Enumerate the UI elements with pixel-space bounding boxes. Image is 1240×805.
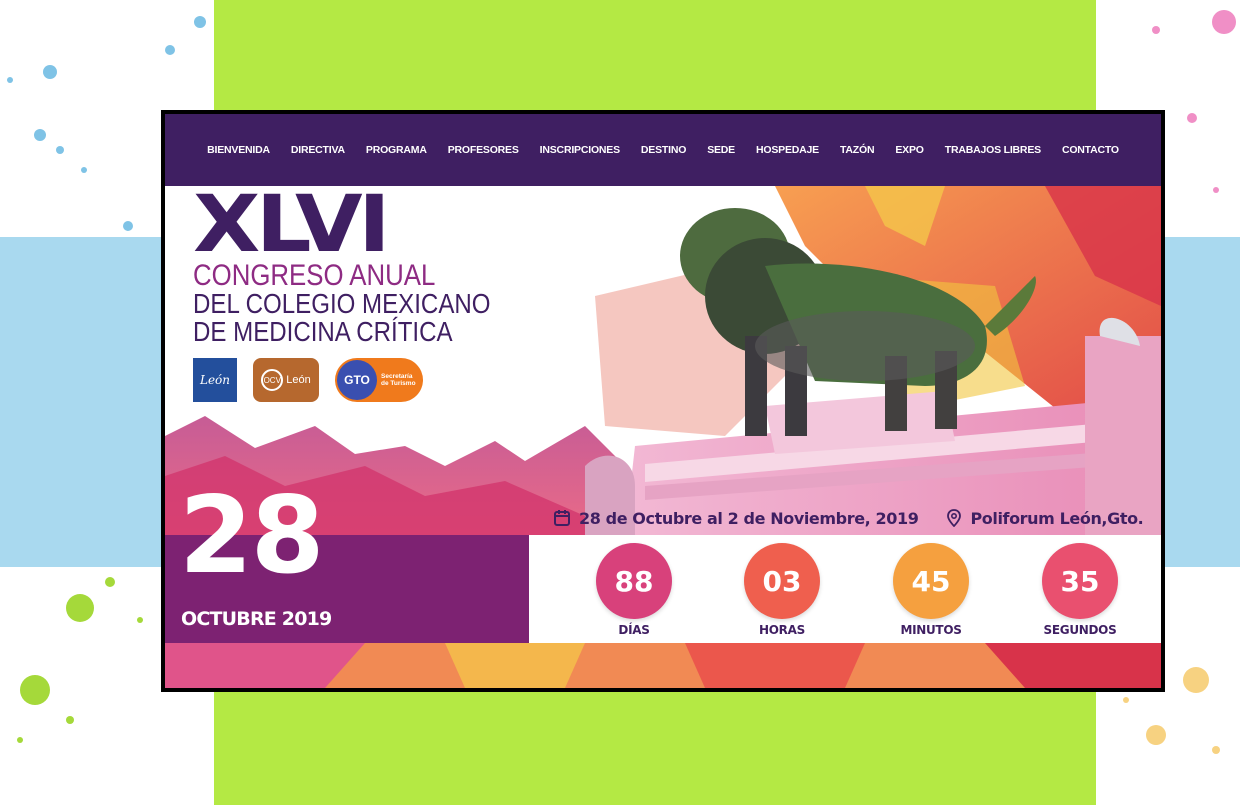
congress-title: XLVI CONGRESO ANUAL DEL COLEGIO MEXICANO… bbox=[193, 186, 491, 347]
title-line-1: CONGRESO ANUAL bbox=[193, 259, 436, 292]
days-label: DÍAS bbox=[618, 623, 650, 637]
ocv-leon-logo[interactable]: OCV León bbox=[253, 358, 319, 402]
gto-text-line-2: de Turismo bbox=[381, 380, 416, 387]
hours-circle: 03 bbox=[744, 543, 820, 619]
nav-expo[interactable]: EXPO bbox=[895, 144, 924, 156]
map-pin-icon bbox=[947, 509, 962, 527]
hero-section: XLVI CONGRESO ANUAL DEL COLEGIO MEXICANO… bbox=[165, 186, 1161, 688]
ocv-ring: OCV bbox=[261, 369, 284, 391]
leon-logo[interactable]: León bbox=[193, 358, 237, 402]
minutes-label: MINUTOS bbox=[900, 623, 962, 637]
start-day: 28 bbox=[179, 474, 325, 597]
event-venue: Poliforum León,Gto. bbox=[970, 508, 1144, 528]
nav-bienvenida[interactable]: BIENVENIDA bbox=[207, 144, 270, 156]
countdown-minutes: 45 MINUTOS bbox=[871, 535, 991, 637]
nav-inscripciones[interactable]: INSCRIPCIONES bbox=[540, 144, 620, 156]
sponsor-logos: León OCV León GTO Secretaría de Turismo bbox=[193, 358, 423, 402]
gto-turismo-logo[interactable]: GTO Secretaría de Turismo bbox=[335, 358, 423, 402]
website: BIENVENIDA DIRECTIVA PROGRAMA PROFESORES… bbox=[165, 114, 1161, 688]
nav-sede[interactable]: SEDE bbox=[707, 144, 735, 156]
calendar-icon bbox=[554, 510, 570, 526]
bottom-watercolor-strip bbox=[165, 643, 1161, 688]
gto-text-line-1: Secretaría bbox=[381, 373, 413, 380]
countdown-hours: 03 HORAS bbox=[722, 535, 842, 637]
seconds-label: SEGUNDOS bbox=[1043, 623, 1117, 637]
nav-profesores[interactable]: PROFESORES bbox=[448, 144, 519, 156]
title-line-2: DEL COLEGIO MEXICANO bbox=[193, 288, 491, 319]
nav-trabajos-libres[interactable]: TRABAJOS LIBRES bbox=[945, 144, 1041, 156]
nav-tazon[interactable]: TAZÓN bbox=[840, 144, 875, 156]
gto-badge: GTO bbox=[337, 360, 377, 400]
main-navigation: BIENVENIDA DIRECTIVA PROGRAMA PROFESORES… bbox=[165, 114, 1161, 186]
nav-destino[interactable]: DESTINO bbox=[641, 144, 686, 156]
event-info: 28 de Octubre al 2 de Noviembre, 2019 Po… bbox=[553, 506, 1144, 530]
minutes-circle: 45 bbox=[893, 543, 969, 619]
ocv-leon-text: León bbox=[286, 374, 311, 386]
countdown-timer: 88 DÍAS 03 HORAS 45 MINUTOS 35 SEGUNDOS bbox=[529, 535, 1161, 643]
countdown-seconds: 35 SEGUNDOS bbox=[1020, 535, 1140, 637]
nav-programa[interactable]: PROGRAMA bbox=[366, 144, 427, 156]
nav-directiva[interactable]: DIRECTIVA bbox=[291, 144, 345, 156]
hours-label: HORAS bbox=[759, 623, 805, 637]
title-line-3: DE MEDICINA CRÍTICA bbox=[193, 316, 453, 347]
seconds-circle: 35 bbox=[1042, 543, 1118, 619]
countdown-days: 88 DÍAS bbox=[574, 535, 694, 637]
event-dates: 28 de Octubre al 2 de Noviembre, 2019 bbox=[579, 508, 919, 528]
edition-number: XLVI bbox=[193, 180, 391, 270]
start-month-year: OCTUBRE 2019 bbox=[181, 608, 332, 630]
gto-text: Secretaría de Turismo bbox=[381, 373, 416, 387]
website-screenshot-frame: BIENVENIDA DIRECTIVA PROGRAMA PROFESORES… bbox=[161, 110, 1165, 692]
nav-hospedaje[interactable]: HOSPEDAJE bbox=[756, 144, 819, 156]
days-circle: 88 bbox=[596, 543, 672, 619]
nav-contacto[interactable]: CONTACTO bbox=[1062, 144, 1119, 156]
